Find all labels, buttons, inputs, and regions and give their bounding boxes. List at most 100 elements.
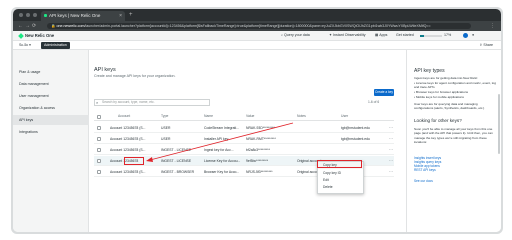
cell-account: Account 12345678 (S... xyxy=(110,170,146,174)
instant-observability-button[interactable]: ✦ Instant Observability xyxy=(329,33,366,37)
help-icon[interactable] xyxy=(463,33,468,38)
cell-type: INGEST - BROWSER xyxy=(161,170,195,174)
progress-fill xyxy=(420,35,424,37)
cell-value: 9ef5bc********* xyxy=(246,159,269,163)
sidebar-item-plan-usage[interactable]: Plan & usage xyxy=(13,67,89,77)
account-label: Sc-5c xyxy=(19,43,29,47)
sidebar-item-data-management[interactable]: Data management xyxy=(13,79,89,89)
row-checkbox[interactable] xyxy=(97,159,101,163)
app-top-bar: New Relic One ⌕ Query your data ✦ Instan… xyxy=(13,31,501,41)
row-checkbox[interactable] xyxy=(97,170,101,174)
bullet-license-text: License keys for agent configuration and… xyxy=(414,81,496,90)
browser-tab[interactable]: API keys | New Relic One × xyxy=(41,11,125,21)
api-keys-main: API keys Create and manage API keys for … xyxy=(90,50,406,232)
maximize-window-icon[interactable] xyxy=(33,13,37,17)
column-header-value[interactable]: Value xyxy=(246,114,254,118)
column-header-account[interactable]: Account xyxy=(118,114,130,118)
menu-item-copy-key-id[interactable]: Copy key ID xyxy=(318,170,363,177)
row-checkbox[interactable] xyxy=(97,126,101,130)
newrelic-mark-icon xyxy=(18,32,24,39)
query-data-button[interactable]: ⌕ Query your data xyxy=(281,33,310,37)
table-row[interactable]: Account 12345678 (S... USER CodeStream I… xyxy=(94,123,394,133)
cell-type: INGEST - LICENSE xyxy=(161,159,192,163)
query-data-label: Query your data xyxy=(284,33,310,37)
row-actions-icon[interactable]: ⋯ xyxy=(389,136,393,142)
apps-button[interactable]: ▦ Apps xyxy=(375,33,387,37)
share-button[interactable]: ⇪ Share xyxy=(479,42,493,49)
cell-type: INGEST - LICENSE xyxy=(161,148,192,152)
link-see-docs[interactable]: See our docs xyxy=(414,179,433,183)
bullet-browser-text: Browser keys for browser applications xyxy=(415,90,469,94)
url-host: one.newrelic.com xyxy=(56,24,85,28)
panel-user-keys: User keys are for querying data and mana… xyxy=(414,102,485,111)
menu-item-edit[interactable]: Edit xyxy=(318,177,363,184)
row-actions-icon[interactable]: ⋯ xyxy=(389,125,393,131)
bullet-mobile-text: Mobile keys for mobile applications xyxy=(415,95,464,99)
browser-menu-icon[interactable]: ⋮ xyxy=(490,22,495,30)
lock-icon: 🔒 xyxy=(51,24,56,28)
select-all-checkbox[interactable] xyxy=(97,115,101,119)
share-label: Share xyxy=(483,43,493,47)
looking-text: Soon you'll be able to manage all your k… xyxy=(414,127,493,144)
browser-window: API keys | New Relic One × + ←→⟳ 🔒 one.n… xyxy=(13,9,501,232)
cell-user: tgb@nrstudent.edu xyxy=(341,126,370,130)
page-title: API keys xyxy=(94,67,116,73)
table-row[interactable]: Account 12345678 (S... INGEST - LICENSE … xyxy=(94,145,394,155)
minimize-window-icon[interactable] xyxy=(26,13,30,17)
panel-title: API key types xyxy=(414,68,445,74)
cell-name: Browser Key for Acco... xyxy=(204,170,240,174)
sidebar-item-api-keys[interactable]: API keys xyxy=(13,115,89,125)
newrelic-logo[interactable]: New Relic One xyxy=(18,32,54,39)
column-header-notes[interactable]: Notes xyxy=(297,114,306,118)
column-header-user[interactable]: User xyxy=(341,114,348,118)
copy-key-highlight-box xyxy=(317,160,362,168)
api-key-types-panel: API key types Ingest keys are for gettin… xyxy=(406,50,501,232)
sidebar-item-organization-access[interactable]: Organization & access xyxy=(13,103,89,113)
row-checkbox[interactable] xyxy=(97,137,101,141)
row-actions-icon[interactable]: ⋯ xyxy=(389,158,393,164)
cell-account: Account 12345678 (S... xyxy=(110,126,146,130)
create-key-button[interactable]: Create a key xyxy=(374,89,394,96)
sidebar-item-integrations[interactable]: Integrations xyxy=(13,127,89,137)
panel-bullet-mobile: • Mobile keys for mobile applications xyxy=(414,95,464,99)
cell-account: Account 12345678 (S... xyxy=(110,137,146,141)
search-placeholder: Search by account, type, name, etc. xyxy=(102,100,155,104)
panel-bullet-license: • License keys for agent configuration a… xyxy=(414,81,496,90)
cell-account: Account 12345678 (S... xyxy=(110,148,146,152)
get-started-label[interactable]: Get started xyxy=(396,33,414,37)
cell-value: bf2a8c3********* xyxy=(246,148,270,152)
cell-type: USER xyxy=(161,126,171,130)
account-highlight-box xyxy=(124,157,144,165)
cell-name: Installer API key xyxy=(204,137,229,141)
menu-item-delete[interactable]: Delete xyxy=(318,184,363,191)
row-checkbox[interactable] xyxy=(97,148,101,152)
table-row[interactable]: Account 12345678 (S... USER Installer AP… xyxy=(94,134,394,144)
nav-buttons[interactable]: ←→⟳ xyxy=(18,22,38,30)
panel-scrollbar[interactable] xyxy=(498,94,500,154)
cell-value: NRAK-RMT********* xyxy=(246,137,276,141)
address-bar[interactable]: 🔒 one.newrelic.com/launcher/admin-portal… xyxy=(47,23,471,29)
close-window-icon[interactable] xyxy=(19,13,23,17)
administration-badge[interactable]: Administration xyxy=(41,42,70,49)
sidebar-item-user-management[interactable]: User management xyxy=(13,91,89,101)
column-header-name[interactable]: Name xyxy=(204,114,213,118)
cell-type: USER xyxy=(161,137,171,141)
user-avatar[interactable]: ● xyxy=(472,33,474,37)
search-input[interactable]: ⌕ Search by account, type, name, etc. xyxy=(94,99,210,106)
account-picker[interactable]: Sc-5c ▾ xyxy=(19,42,31,49)
cell-name: CodeStream Integrati... xyxy=(204,126,240,130)
looking-title: Looking for other keys? xyxy=(414,118,462,123)
instant-observability-label: Instant Observability xyxy=(333,33,366,37)
window-controls xyxy=(19,13,37,17)
progress-percent: 17% xyxy=(444,33,452,37)
url-path: /launcher/admin-portal.launcher?platform… xyxy=(84,24,431,28)
link-rest-api-keys[interactable]: REST API keys xyxy=(414,168,436,172)
newrelic-favicon-icon xyxy=(44,14,47,17)
row-actions-icon[interactable]: ⋯ xyxy=(389,147,393,153)
close-tab-icon[interactable]: × xyxy=(119,11,122,21)
search-icon: ⌕ xyxy=(96,100,99,105)
row-actions-icon[interactable]: ⋯ xyxy=(389,169,393,175)
browser-tab-strip: API keys | New Relic One × + xyxy=(13,9,501,21)
column-header-type[interactable]: Type xyxy=(161,114,168,118)
new-tab-icon[interactable]: + xyxy=(129,11,133,20)
